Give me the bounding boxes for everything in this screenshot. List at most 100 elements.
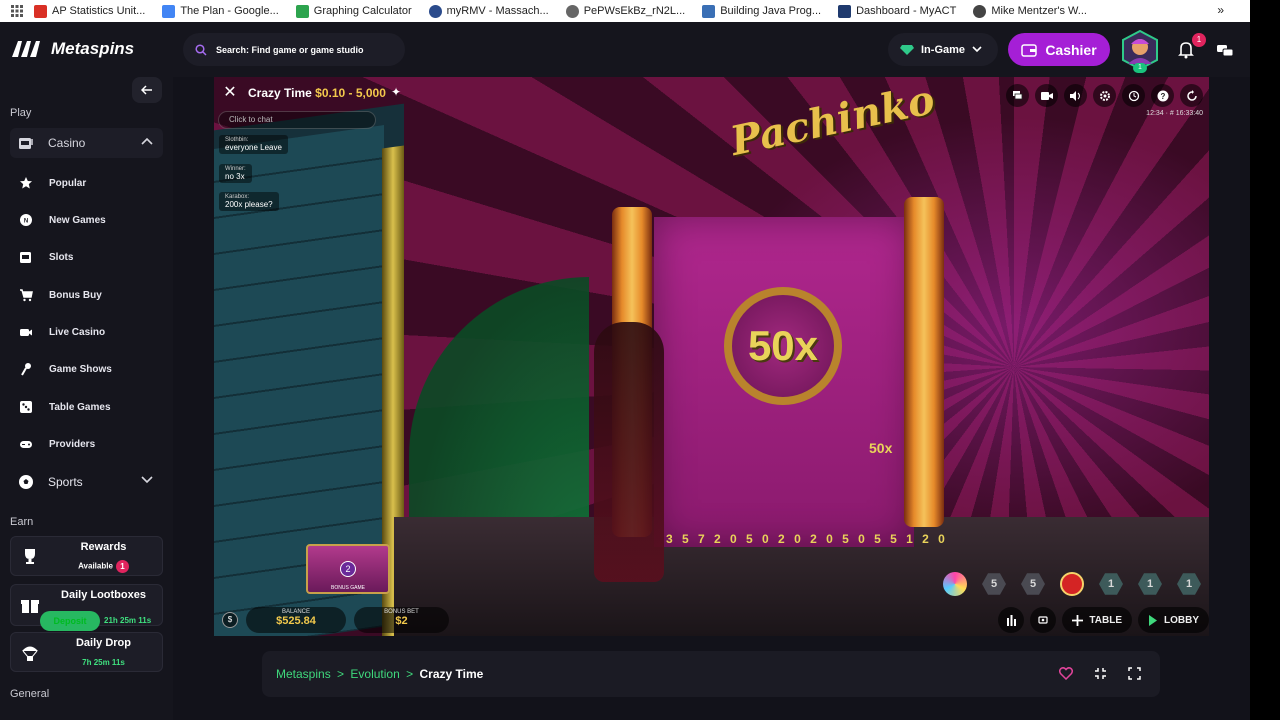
game-time: 12:34 · # 16:33:40 (1146, 110, 1203, 117)
bookmark[interactable]: The Plan - Google... (162, 4, 279, 18)
mode-label: In-Game (921, 43, 966, 56)
wallet-icon (1021, 43, 1038, 57)
bookmark[interactable]: Graphing Calculator (295, 4, 412, 18)
bookmark[interactable]: Mike Mentzer's W... (973, 4, 1087, 18)
settings-gear-icon[interactable] (1093, 84, 1116, 107)
mode-dropdown[interactable]: In-Game (888, 33, 998, 66)
bookmark-favicon-icon (973, 4, 987, 18)
heart-icon[interactable] (1058, 665, 1074, 681)
cashier-button[interactable]: Cashier (1008, 33, 1110, 66)
sidebar-item-label: Table Games (49, 401, 111, 413)
breadcrumb-separator: > (337, 667, 345, 681)
avatar[interactable]: 1 (1120, 29, 1160, 73)
balance-value: $525.84 (276, 615, 316, 627)
logo[interactable]: Metaspins (10, 39, 134, 59)
bookmark-favicon-icon (162, 4, 176, 18)
search-input[interactable]: Search: Find game or game studio (183, 33, 405, 66)
new-badge-icon: N (18, 212, 34, 228)
chat-text: 200x please? (225, 200, 273, 209)
breadcrumb-link[interactable]: Evolution (350, 667, 399, 681)
lootboxes-title: Daily Lootboxes (61, 589, 146, 601)
section-label-earn: Earn (10, 516, 34, 528)
bookmark[interactable]: myRMV - Massach... (428, 4, 549, 18)
deposit-button[interactable]: Deposit (40, 611, 100, 631)
sidebar-item-sports[interactable]: Sports (10, 467, 163, 497)
daily-drop-card[interactable]: Daily Drop 7h 25m 11s (10, 632, 163, 672)
topbar: Metaspins Search: Find game or game stud… (0, 22, 1250, 77)
table-button[interactable]: TABLE (1062, 607, 1132, 633)
close-icon[interactable]: ✕ (221, 83, 239, 101)
game-bottom-toolbar: TABLE LOBBY (998, 607, 1209, 633)
sidebar-item-casino[interactable]: Casino (10, 128, 163, 158)
cashier-label: Cashier (1045, 41, 1097, 58)
stats-bars-icon[interactable] (998, 607, 1025, 633)
apps-grid-icon[interactable] (0, 5, 34, 17)
lobby-label: LOBBY (1164, 614, 1199, 626)
bet-value: $2 (395, 615, 408, 627)
video-icon[interactable] (1035, 84, 1058, 107)
collapse-sidebar-button[interactable] (132, 77, 162, 103)
chat-text: everyone Leave (225, 143, 282, 152)
daily-drop-timer: 7h 25m 11s (82, 658, 125, 667)
chat-message: Karabox: 200x please? (219, 192, 279, 211)
microphone-icon (18, 361, 34, 377)
bookmark[interactable]: Building Java Prog... (702, 4, 821, 18)
multiplier-display: 50x (724, 287, 842, 405)
bookmarks-bar: AP Statistics Unit... The Plan - Google.… (0, 0, 1250, 22)
chevron-down-icon (141, 476, 153, 484)
sidebar: Play Casino Popular N New Games Slots Bo… (0, 77, 173, 720)
sidebar-item-label: Sports (48, 475, 83, 489)
slot-machine-icon (19, 138, 33, 149)
rewards-card[interactable]: Rewards Available 1 (10, 536, 163, 576)
breadcrumb-link[interactable]: Metaspins (276, 667, 331, 681)
daily-drop-title: Daily Drop (75, 637, 131, 649)
sidebar-item-new-games[interactable]: N New Games (10, 205, 163, 235)
bookmark[interactable]: PePWsEkBz_rN2L... (565, 4, 685, 18)
chevron-right-icon[interactable]: » (1217, 3, 1224, 17)
refresh-icon[interactable] (1180, 84, 1203, 107)
bonus-game-thumbnail[interactable]: 2 BONUS GAME (306, 544, 390, 594)
game-stream[interactable]: Pachinko 50x 50x 3 5 7 2 0 5 0 2 0 2 0 5… (214, 77, 1209, 636)
sidebar-item-table-games[interactable]: Table Games (10, 392, 163, 422)
bonus-bet-display: BONUS BET $2 (354, 607, 449, 633)
history-chip: 1 (1099, 573, 1123, 595)
sidebar-item-label: New Games (49, 214, 106, 226)
history-icon[interactable] (1122, 84, 1145, 107)
fullscreen-icon[interactable] (1126, 665, 1142, 681)
favorite-star-icon[interactable]: ✦ (391, 85, 401, 99)
daily-lootboxes-card[interactable]: Daily Lootboxes Deposit 21h 25m 11s (10, 584, 163, 631)
lobby-button[interactable]: LOBBY (1138, 607, 1209, 633)
level-badge: 1 (1133, 63, 1147, 73)
sidebar-item-slots[interactable]: Slots (10, 242, 163, 272)
sidebar-item-bonus-buy[interactable]: Bonus Buy (10, 280, 163, 310)
sidebar-item-game-shows[interactable]: Game Shows (10, 354, 163, 384)
search-placeholder: Search: Find game or game studio (216, 44, 364, 55)
sidebar-item-popular[interactable]: Popular (10, 168, 163, 198)
camera-icon (18, 324, 34, 340)
volume-icon[interactable] (1064, 84, 1087, 107)
sidebar-item-label: Slots (49, 251, 74, 263)
history-chip-pachinko (1060, 572, 1084, 596)
breadcrumb-separator: > (406, 667, 414, 681)
bookmark[interactable]: Dashboard - MyACT (838, 4, 956, 18)
dollar-coin-icon[interactable]: $ (222, 612, 238, 628)
chat-button[interactable] (1212, 37, 1238, 63)
help-icon[interactable]: ? (1151, 84, 1174, 107)
plus-icon (1072, 614, 1084, 626)
sidebar-item-providers[interactable]: Providers (10, 429, 163, 459)
lootbox-timer: 21h 25m 11s (104, 616, 152, 625)
chat-input[interactable]: Click to chat (218, 111, 376, 129)
balance-display: BALANCE $525.84 (246, 607, 346, 633)
section-label-play: Play (10, 107, 32, 119)
table-label: TABLE (1089, 614, 1122, 626)
breadcrumb: Metaspins > Evolution > Crazy Time (276, 667, 483, 681)
bookmark[interactable]: AP Statistics Unit... (34, 4, 146, 18)
star-icon (18, 175, 34, 191)
bookmark-label: AP Statistics Unit... (52, 5, 146, 17)
breadcrumb-current: Crazy Time (419, 667, 484, 681)
bonus-caption: BONUS GAME (331, 585, 365, 591)
rotate-view-icon[interactable] (1030, 607, 1057, 633)
sidebar-item-live-casino[interactable]: Live Casino (10, 317, 163, 347)
chat-toggle-icon[interactable] (1006, 84, 1029, 107)
shrink-icon[interactable] (1092, 665, 1108, 681)
